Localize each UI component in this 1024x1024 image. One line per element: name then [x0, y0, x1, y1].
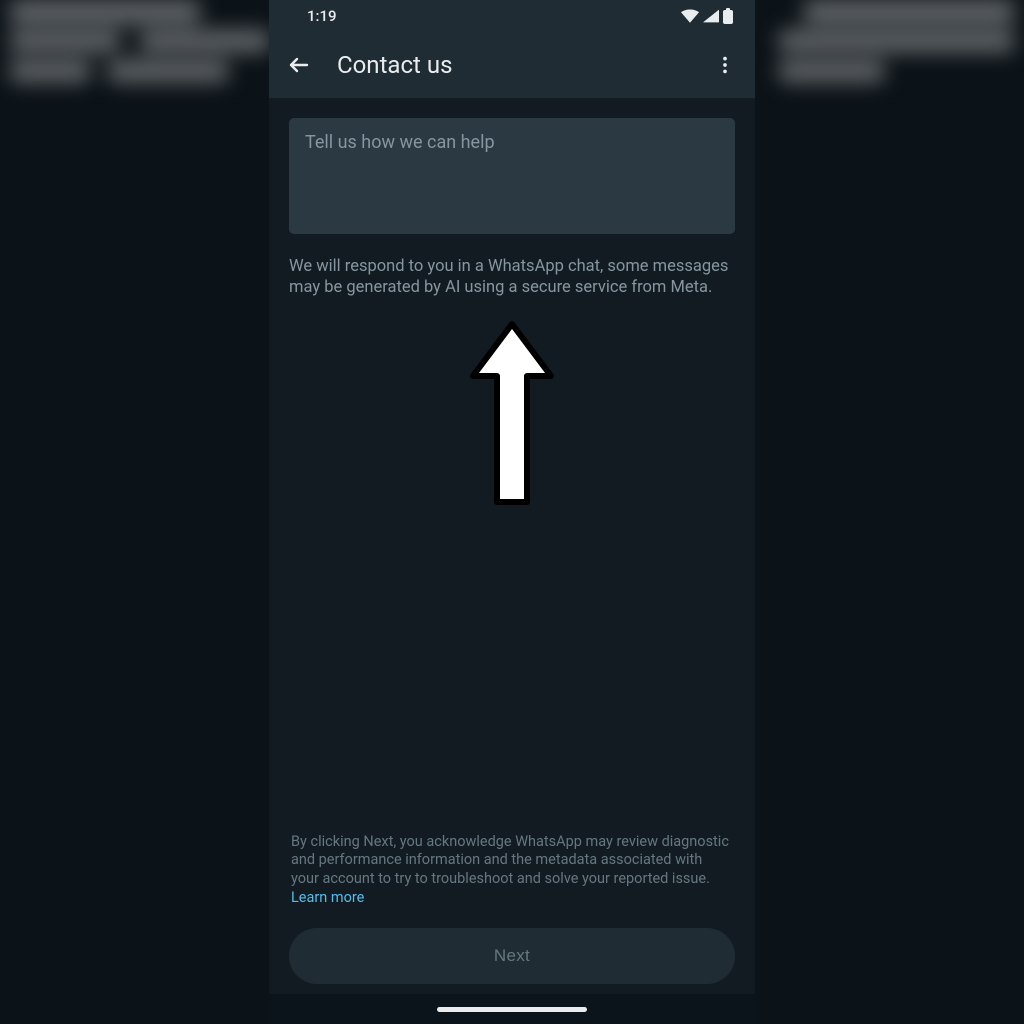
status-bar: 1:19 — [269, 0, 755, 32]
app-bar: Contact us — [269, 32, 755, 98]
arrow-left-icon — [287, 53, 311, 77]
spacer — [289, 299, 735, 833]
background-decoration — [804, 0, 1014, 24]
phone-frame: 1:19 Contact us We will respond to you i… — [269, 0, 755, 1024]
ai-info-text: We will respond to you in a WhatsApp cha… — [289, 256, 735, 299]
wifi-icon — [681, 9, 699, 23]
status-indicators — [681, 8, 733, 24]
learn-more-link[interactable]: Learn more — [291, 889, 364, 906]
background-decoration — [779, 30, 1014, 52]
battery-icon — [723, 8, 733, 24]
back-button[interactable] — [285, 51, 313, 79]
next-button[interactable]: Next — [289, 928, 735, 984]
more-options-button[interactable] — [705, 45, 745, 85]
disclaimer-body: By clicking Next, you acknowledge WhatsA… — [291, 833, 729, 888]
background-decoration — [10, 60, 90, 82]
background-decoration — [140, 30, 270, 52]
background-decoration — [10, 30, 120, 52]
gesture-handle[interactable] — [437, 1007, 587, 1012]
more-vertical-icon — [714, 54, 736, 76]
system-nav-bar — [269, 994, 755, 1024]
background-decoration — [10, 0, 200, 24]
background-decoration — [108, 60, 228, 82]
status-time: 1:19 — [307, 7, 337, 25]
signal-icon — [703, 9, 719, 23]
background-decoration — [779, 60, 884, 82]
help-message-input[interactable] — [289, 118, 735, 234]
disclaimer-text: By clicking Next, you acknowledge WhatsA… — [289, 833, 735, 908]
content-area: We will respond to you in a WhatsApp cha… — [269, 98, 755, 994]
page-title: Contact us — [337, 51, 681, 79]
